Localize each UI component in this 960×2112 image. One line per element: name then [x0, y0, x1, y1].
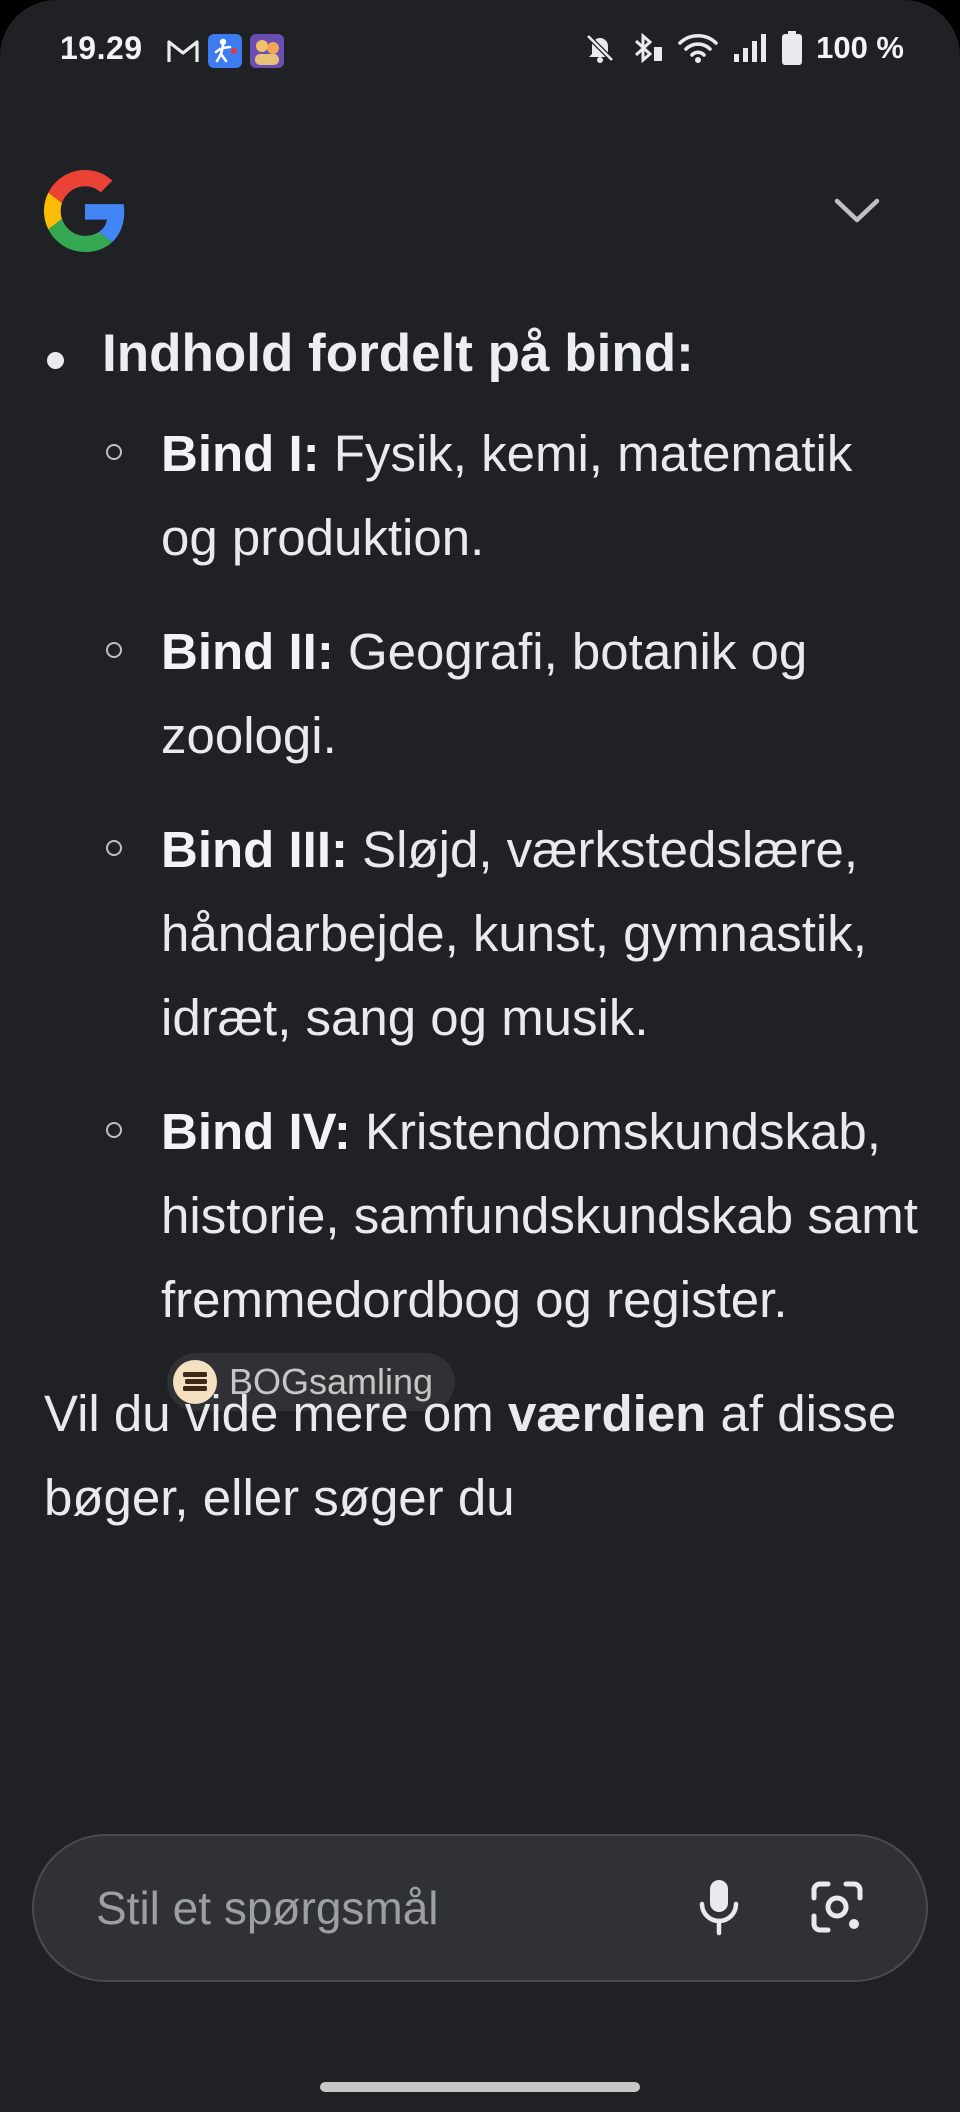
screen: 19.29 100 % Indhold fordelt på bind: Bin…: [0, 0, 960, 2112]
bullet-dot: [47, 352, 64, 369]
list-item: Bind III: Sløjd, værkstedslære, håndarbe…: [0, 808, 960, 1060]
gmail-icon: [167, 40, 199, 62]
voice-search-button[interactable]: [686, 1874, 752, 1940]
lens-search-button[interactable]: [804, 1874, 870, 1940]
list-item: Bind II: Geografi, botanik og zoologi.: [0, 610, 960, 778]
camera-lens-icon: [811, 1881, 863, 1933]
battery-icon: [782, 31, 803, 65]
bullet-circle: [106, 444, 122, 460]
google-g-logo: [44, 170, 125, 252]
accessibility-icon: [208, 34, 242, 68]
bullet-circle: [106, 1122, 122, 1138]
volume-label: Bind IV:: [161, 1103, 351, 1160]
notification-icons: [166, 34, 284, 68]
wifi-icon: [678, 33, 718, 63]
home-indicator[interactable]: [320, 2082, 640, 2092]
bluetooth-icon: [635, 32, 663, 64]
list-item: Bind I: Fysik, kemi, matematik og produk…: [0, 412, 960, 580]
app-avatar-icon: [250, 34, 284, 68]
volume-label: Bind III:: [161, 821, 348, 878]
ask-input[interactable]: Stil et spørgsmål: [96, 1836, 439, 1980]
system-icons: 100 %: [584, 30, 904, 66]
section-heading: Indhold fordelt på bind:: [102, 324, 694, 383]
volume-list: Bind I: Fysik, kemi, matematik og produk…: [0, 412, 960, 1456]
microphone-icon: [699, 1880, 739, 1936]
battery-percentage: 100 %: [816, 30, 904, 65]
follow-up-text: Vil du vide mere om værdien af disse bøg…: [44, 1372, 924, 1540]
status-time: 19.29: [60, 30, 143, 66]
bullet-circle: [106, 642, 122, 658]
collapse-button[interactable]: [824, 186, 890, 236]
ask-bar[interactable]: Stil et spørgsmål: [32, 1834, 928, 1982]
bullet-circle: [106, 840, 122, 856]
content-fade: [0, 1724, 960, 1824]
mute-icon: [586, 34, 614, 63]
follow-up-pre: Vil du vide mere om: [44, 1385, 508, 1442]
status-bar: 19.29 100 %: [0, 0, 960, 104]
chevron-down-icon: [834, 198, 880, 223]
volume-label: Bind I:: [161, 425, 320, 482]
volume-label: Bind II:: [161, 623, 334, 680]
follow-up-bold: værdien: [507, 1385, 707, 1442]
signal-icon: [734, 34, 767, 62]
